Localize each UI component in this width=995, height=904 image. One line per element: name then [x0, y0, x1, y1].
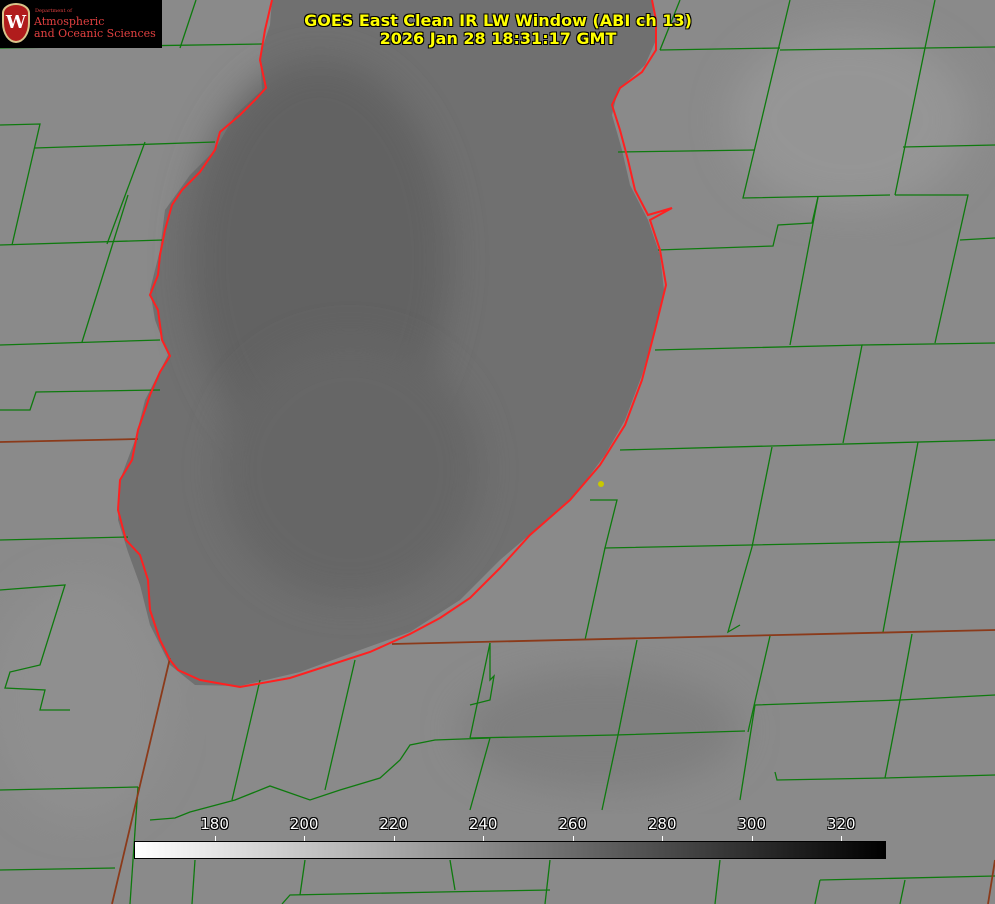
colorbar-tick-label: 200	[289, 815, 319, 833]
satellite-image: W Department of Atmospheric and Oceanic …	[0, 0, 995, 904]
colorbar-tick-label: 180	[200, 815, 229, 833]
colorbar-tick-mark	[393, 836, 395, 841]
logo-line2: and Oceanic Sciences	[34, 27, 156, 40]
colorbar-tick-mark	[304, 836, 306, 841]
colorbar-tick-label: 260	[558, 815, 587, 833]
colorbar-tick-mark	[751, 836, 753, 841]
colorbar-tick-label: 300	[737, 815, 767, 833]
title-line1: GOES East Clean IR LW Window (ABI ch 13)	[304, 11, 692, 30]
colorbar-tick-mark	[572, 836, 574, 841]
aos-logo: W Department of Atmospheric and Oceanic …	[0, 0, 162, 48]
colorbar-tick-label: 220	[379, 815, 408, 833]
station-marker	[598, 481, 604, 487]
logo-department-text: Department of	[35, 8, 72, 14]
title-timestamp: 2026 Jan 28 18:31:17 GMT	[379, 29, 617, 48]
colorbar-tick-mark	[662, 836, 664, 841]
colorbar-tick-mark	[841, 836, 843, 841]
colorbar-tick-label: 320	[826, 815, 856, 833]
land-patch	[460, 670, 740, 790]
colorbar-tick-mark	[214, 836, 216, 841]
colorbar	[134, 841, 886, 859]
colorbar-tick-mark	[483, 836, 485, 841]
image-title: GOES East Clean IR LW Window (ABI ch 13)…	[300, 12, 696, 48]
satellite-map	[0, 0, 995, 904]
lake-cold-region	[220, 340, 480, 600]
land-patch	[730, 30, 970, 210]
colorbar-tick-label: 280	[647, 815, 677, 833]
colorbar-tick-label: 240	[468, 815, 498, 833]
uw-seal-icon: W	[2, 3, 30, 43]
